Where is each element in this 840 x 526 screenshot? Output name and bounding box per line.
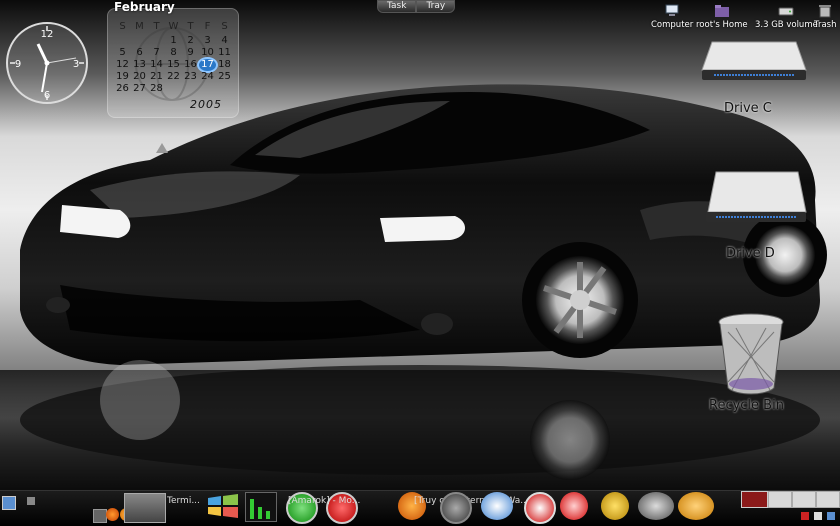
weekday-label: T (153, 21, 160, 32)
calendar-day[interactable] (131, 35, 148, 47)
tray-volume-icon[interactable] (814, 512, 822, 520)
tab-task[interactable]: Task (377, 0, 417, 13)
calendar-day[interactable]: 26 (114, 83, 131, 95)
desktop-icon-label: 3.3 GB volume (755, 20, 818, 30)
desktop-icon-home[interactable]: root's Home (696, 4, 748, 30)
home-folder-icon (714, 5, 729, 17)
desktop-switcher-icon[interactable] (2, 496, 16, 510)
steam-icon[interactable] (638, 492, 674, 520)
calendar-year: 2005 (190, 98, 222, 111)
no-entry-icon[interactable] (524, 492, 556, 524)
weekday-label: M (135, 21, 144, 32)
calendar-day[interactable] (216, 83, 233, 95)
eye-icon[interactable] (481, 492, 513, 520)
calendar-day[interactable]: 23 (182, 71, 199, 83)
weekday-label: T (187, 21, 194, 32)
desktop-icon-label: Trash (814, 20, 837, 30)
desktop-icon-label: root's Home (696, 20, 748, 30)
calendar-day[interactable]: 9 (182, 47, 199, 59)
calendar-day[interactable]: 22 (165, 71, 182, 83)
task-tray-tabs: Task Tray (377, 0, 456, 13)
drive-c-label[interactable]: Drive C (724, 101, 772, 116)
tray-clipboard-icon[interactable] (827, 512, 835, 520)
calendar-week-row: 19 20 21 22 23 24 25 (114, 71, 234, 83)
calendar-weekday-header: S M T W T F S (114, 21, 234, 33)
memory-free-segment (816, 491, 840, 508)
calendar-day[interactable] (114, 35, 131, 47)
drive-d-icon[interactable] (702, 170, 810, 226)
trash-icon (819, 5, 832, 18)
calendar-day[interactable] (165, 83, 182, 95)
calendar-day[interactable] (182, 83, 199, 95)
memory-free-segment (792, 491, 816, 508)
file-manager-icon[interactable] (124, 493, 166, 523)
recycle-bin-label[interactable]: Recycle Bin (709, 398, 784, 413)
calendar-day[interactable]: 27 (131, 83, 148, 95)
memory-free-segment (768, 491, 792, 508)
clock-numeral-6: 6 (44, 90, 50, 101)
desktop-icon-computer[interactable]: Computer (651, 4, 693, 30)
calendar-day[interactable]: 15 (165, 59, 182, 71)
computer-icon (665, 4, 679, 16)
calendar-day[interactable]: 20 (131, 71, 148, 83)
clock-numeral-3: 3 (73, 59, 79, 70)
taskbar-task-music[interactable]: [Amarok] - Mo... (288, 496, 360, 506)
calendar-day[interactable]: 14 (148, 59, 165, 71)
calendar-day[interactable]: 18 (216, 59, 233, 71)
calendar-day[interactable]: 3 (199, 35, 216, 47)
calendar-day[interactable]: 24 (199, 71, 216, 83)
drive-d-label[interactable]: Drive D (726, 246, 775, 261)
calendar-day[interactable]: 21 (148, 71, 165, 83)
calendar-day[interactable]: 1 (165, 35, 182, 47)
drive-c-icon[interactable] (700, 40, 808, 82)
weekday-label: F (204, 21, 211, 32)
calendar-day[interactable]: 16 (182, 59, 199, 71)
recycle-bin-icon[interactable] (716, 312, 786, 396)
calendar-week-row: 12 13 14 15 16 17 18 (114, 59, 234, 71)
clock-numeral-12: 12 (41, 29, 54, 40)
settings-knob-icon[interactable] (440, 492, 472, 524)
taskbar-task-terminal[interactable]: Termi... (167, 496, 200, 506)
calendar-day[interactable]: 8 (165, 47, 182, 59)
calendar-day[interactable]: 19 (114, 71, 131, 83)
calendar-day[interactable]: 2 (182, 35, 199, 47)
firefox-launcher-icon[interactable] (106, 508, 119, 521)
calendar-day[interactable]: 5 (114, 47, 131, 59)
gear-icon[interactable] (601, 492, 629, 520)
analog-clock-widget: 12 3 6 9 (6, 22, 88, 104)
desktop-icon-label: Computer (651, 20, 694, 30)
calendar-day[interactable] (199, 83, 216, 95)
weekday-label: W (168, 21, 179, 32)
tab-tray[interactable]: Tray (416, 0, 456, 13)
weekday-label: S (119, 21, 126, 32)
clock-numeral-9: 9 (15, 59, 21, 70)
calendar-day[interactable]: 11 (216, 47, 233, 59)
calendar-day[interactable]: 10 (199, 47, 216, 59)
windows-logo-icon[interactable] (206, 492, 240, 520)
calendar-week-row: 26 27 28 (114, 83, 234, 95)
calendar-week-row: 1234 (114, 35, 234, 47)
calendar-day[interactable]: 4 (216, 35, 233, 47)
weekday-label: S (221, 21, 228, 32)
memory-usage-bar (741, 491, 768, 508)
calendar-day[interactable] (148, 35, 165, 47)
opera-icon[interactable] (560, 492, 588, 520)
calendar-week-row: 5 6 7 8 9 10 11 (114, 47, 234, 59)
terminal-launcher-icon[interactable] (93, 509, 107, 523)
calendar-day[interactable]: 13 (131, 59, 148, 71)
pager-icon[interactable] (27, 497, 35, 505)
calendar-day[interactable]: 6 (131, 47, 148, 59)
calendar-today[interactable]: 17 (199, 59, 216, 71)
desktop-icon-volume[interactable]: 3.3 GB volume (755, 4, 818, 30)
calendar-month: February (114, 0, 175, 14)
system-monitor-icon[interactable] (245, 492, 277, 522)
tray-network-icon[interactable] (801, 512, 809, 520)
calendar-day[interactable]: 12 (114, 59, 131, 71)
hard-drive-icon (778, 7, 794, 16)
desktop-icon-trash[interactable]: Trash (814, 4, 836, 30)
calendar-day[interactable]: 28 (148, 83, 165, 95)
mail-icon[interactable] (678, 492, 714, 520)
calendar-day[interactable]: 25 (216, 71, 233, 83)
calendar-day[interactable]: 7 (148, 47, 165, 59)
